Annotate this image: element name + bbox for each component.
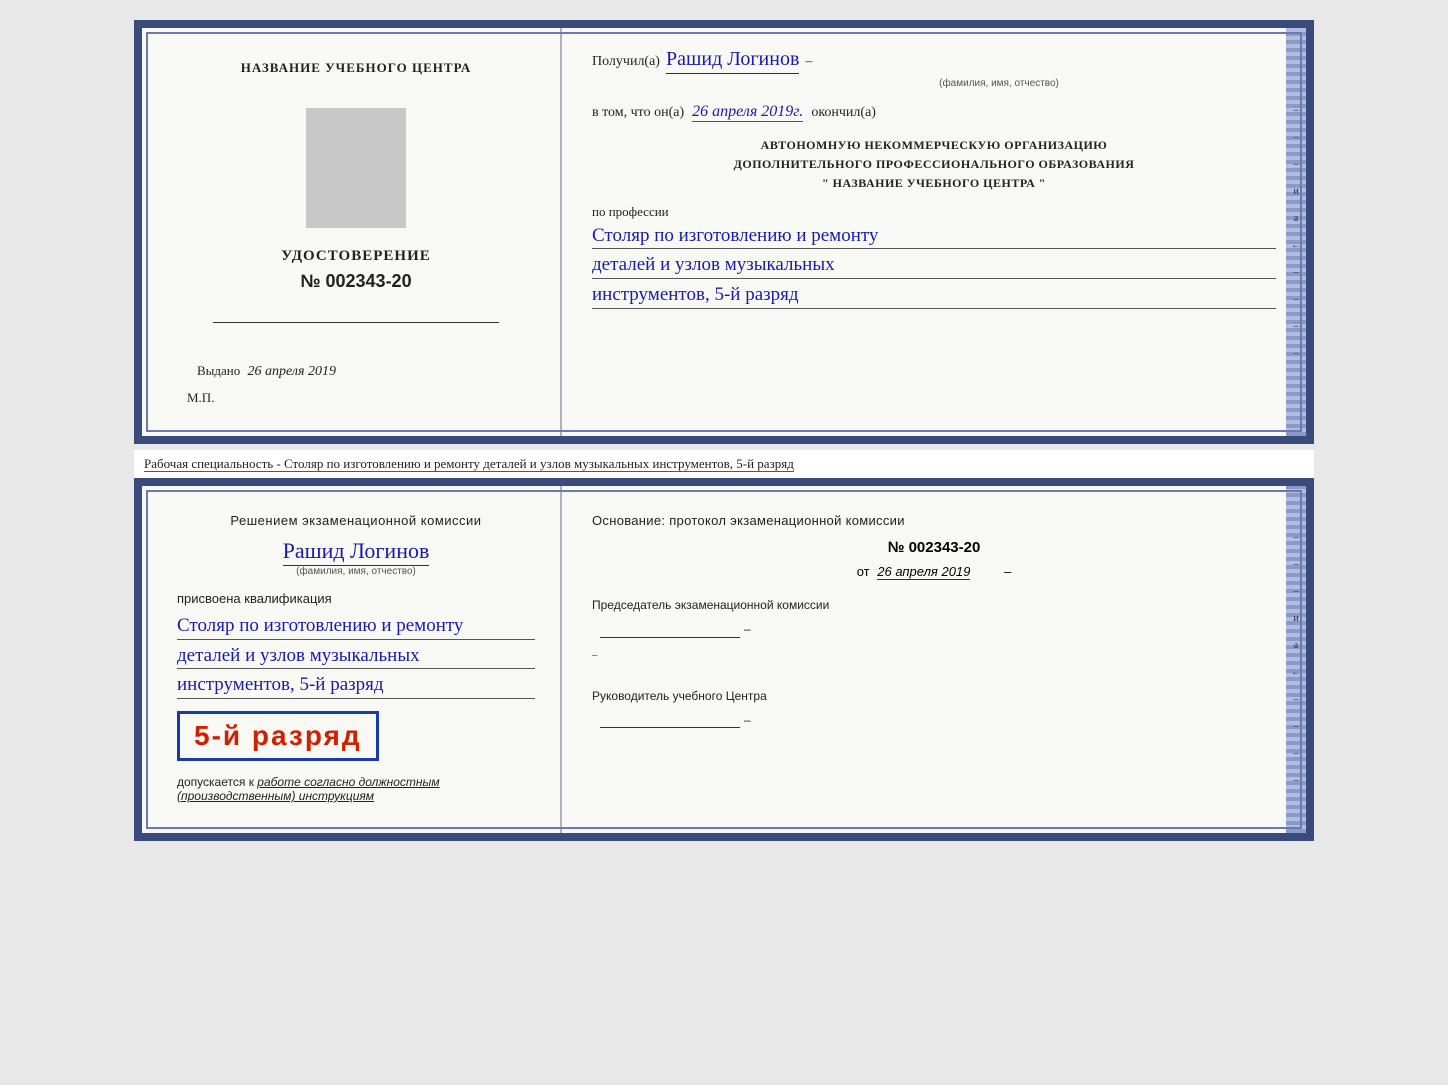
issued-line: Выдано 26 апреля 2019 bbox=[197, 363, 336, 380]
qualification-label: присвоена квалификация bbox=[177, 591, 535, 606]
institution-line3: " НАЗВАНИЕ УЧЕБНОГО ЦЕНТРА " bbox=[592, 174, 1276, 193]
strip-char-2: – bbox=[1294, 132, 1299, 143]
director-block: Руководитель учебного Центра – bbox=[592, 686, 1276, 731]
recipient-name-upper: Рашид Логинов bbox=[666, 48, 799, 74]
cert-number: № 002343-20 bbox=[300, 271, 411, 292]
от-line: от 26 апреля 2019 – bbox=[592, 564, 1276, 579]
cert-photo-placeholder bbox=[306, 108, 406, 228]
lower-card: Решением экзаменационной комиссии Рашид … bbox=[134, 478, 1314, 842]
lstrip-char-3: – bbox=[1294, 586, 1299, 597]
lstrip-char-2: – bbox=[1294, 559, 1299, 570]
cert-title: УДОСТОВЕРЕНИЕ bbox=[281, 248, 431, 265]
protocol-number: № 002343-20 bbox=[592, 539, 1276, 556]
strip-char-4: – bbox=[1294, 267, 1299, 278]
right-strip-lower: – – – и а ← – – – – bbox=[1286, 486, 1306, 834]
commission-heading-text: Решением экзаменационной комиссии bbox=[230, 513, 481, 528]
director-sig-line bbox=[600, 712, 740, 728]
qualification-block: присвоена квалификация Столяр по изготов… bbox=[177, 591, 535, 803]
strip-char-6: – bbox=[1294, 321, 1299, 332]
profession-line3: инструментов, 5-й разряд bbox=[592, 283, 1276, 309]
strip-char-1: – bbox=[1294, 105, 1299, 116]
right-strip-upper: – – – и а ← – – – – bbox=[1286, 28, 1306, 436]
strip-char-3: – bbox=[1294, 159, 1299, 170]
допускается-block: допускается к работе согласно должностны… bbox=[177, 775, 535, 803]
institution-block: АВТОНОМНУЮ НЕКОММЕРЧЕСКУЮ ОРГАНИЗАЦИЮ ДО… bbox=[592, 136, 1276, 194]
upper-card: НАЗВАНИЕ УЧЕБНОГО ЦЕНТРА УДОСТОВЕРЕНИЕ №… bbox=[134, 20, 1314, 444]
basis-label: Основание: протокол экзаменационной коми… bbox=[592, 513, 905, 528]
chairman-label: Председатель экзаменационной комиссии bbox=[592, 595, 1276, 617]
strip-char-и: и bbox=[1293, 186, 1298, 197]
lstrip-char-arrow: ← bbox=[1291, 667, 1301, 678]
cert-number-value: 002343-20 bbox=[326, 271, 412, 291]
recipient-name-lower: Рашид Логинов bbox=[283, 538, 430, 566]
issued-label: Выдано bbox=[197, 363, 240, 378]
допускается-label: допускается к bbox=[177, 775, 254, 789]
fio-sub-lower: (фамилия, имя, отчество) bbox=[296, 566, 416, 577]
completion-date: 26 апреля 2019г. bbox=[692, 103, 803, 122]
profession-line1: Столяр по изготовлению и ремонту bbox=[592, 224, 1276, 250]
chairman-block: Председатель экзаменационной комиссии – … bbox=[592, 595, 1276, 666]
lower-left-panel: Решением экзаменационной комиссии Рашид … bbox=[142, 486, 562, 834]
lower-right-panel: Основание: протокол экзаменационной коми… bbox=[562, 486, 1306, 834]
received-label: Получил(а) bbox=[592, 54, 660, 70]
specialty-banner: Рабочая специальность - Столяр по изгото… bbox=[134, 450, 1314, 478]
rank-badge: 5-й разряд bbox=[177, 711, 379, 761]
upper-institution-name: НАЗВАНИЕ УЧЕБНОГО ЦЕНТРА bbox=[241, 58, 472, 78]
fio-sub-upper: (фамилия, имя, отчество) bbox=[722, 78, 1276, 89]
lstrip-char-а: а bbox=[1294, 640, 1298, 651]
от-label: от bbox=[857, 564, 870, 579]
strip-char-7: – bbox=[1294, 348, 1299, 359]
strip-char-5: – bbox=[1294, 294, 1299, 305]
strip-char-а: а bbox=[1294, 213, 1298, 224]
profession-line2: деталей и узлов музыкальных bbox=[592, 253, 1276, 279]
cert-number-prefix: № bbox=[300, 271, 320, 291]
profession-label: по профессии bbox=[592, 204, 1276, 220]
mp-line: М.П. bbox=[187, 390, 214, 406]
basis-block: Основание: протокол экзаменационной коми… bbox=[592, 511, 1276, 532]
lstrip-char-4: – bbox=[1294, 694, 1299, 705]
qual-line1: Столяр по изготовлению и ремонту bbox=[177, 614, 535, 640]
completion-line: в том, что он(а) 26 апреля 2019г. окончи… bbox=[592, 103, 1276, 122]
qual-line3: инструментов, 5-й разряд bbox=[177, 673, 535, 699]
qual-line2: деталей и узлов музыкальных bbox=[177, 644, 535, 670]
commission-heading: Решением экзаменационной комиссии bbox=[230, 511, 481, 531]
document-container: НАЗВАНИЕ УЧЕБНОГО ЦЕНТРА УДОСТОВЕРЕНИЕ №… bbox=[134, 20, 1314, 847]
lstrip-char-5: – bbox=[1294, 721, 1299, 732]
lstrip-char-6: – bbox=[1294, 748, 1299, 759]
recipient-line: Получил(а) Рашид Логинов – bbox=[592, 48, 1276, 74]
issued-date: 26 апреля 2019 bbox=[248, 364, 336, 379]
institution-line2: ДОПОЛНИТЕЛЬНОГО ПРОФЕССИОНАЛЬНОГО ОБРАЗО… bbox=[592, 155, 1276, 174]
в-том-label: в том, что он(а) bbox=[592, 105, 684, 121]
director-label: Руководитель учебного Центра bbox=[592, 686, 1276, 708]
upper-right-panel: Получил(а) Рашид Логинов – (фамилия, имя… bbox=[562, 28, 1306, 436]
lstrip-char-1: – bbox=[1294, 532, 1299, 543]
от-date: 26 апреля 2019 bbox=[877, 564, 970, 580]
specialty-text: Рабочая специальность - Столяр по изгото… bbox=[144, 456, 794, 472]
chairman-sig-line bbox=[600, 622, 740, 638]
lstrip-char-7: – bbox=[1294, 775, 1299, 786]
upper-left-panel: НАЗВАНИЕ УЧЕБНОГО ЦЕНТРА УДОСТОВЕРЕНИЕ №… bbox=[142, 28, 562, 436]
strip-char-arrow: ← bbox=[1291, 240, 1301, 251]
institution-line1: АВТОНОМНУЮ НЕКОММЕРЧЕСКУЮ ОРГАНИЗАЦИЮ bbox=[592, 136, 1276, 155]
lstrip-char-и: и bbox=[1293, 613, 1298, 624]
completed-label: окончил(а) bbox=[811, 105, 876, 121]
